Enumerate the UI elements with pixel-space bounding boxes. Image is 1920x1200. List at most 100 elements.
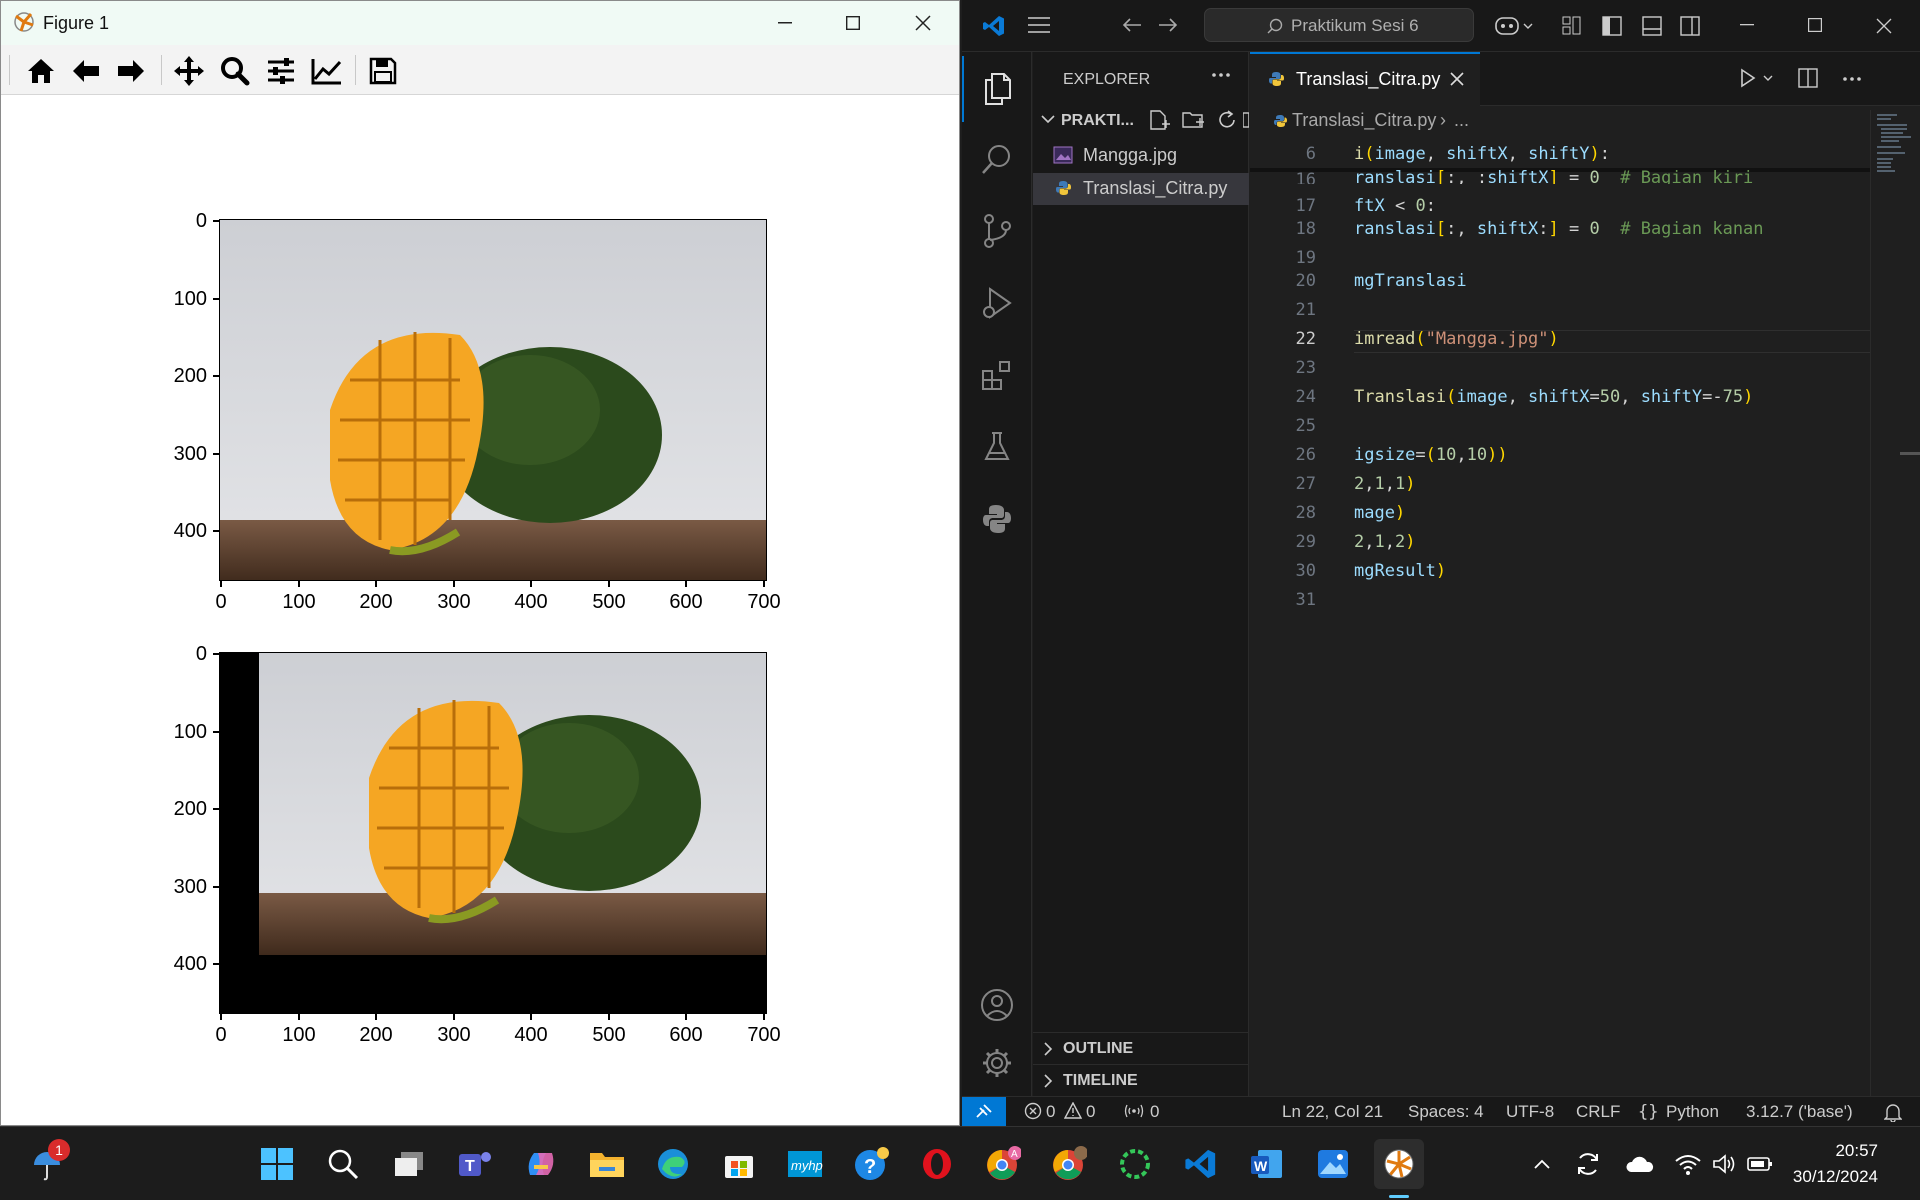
close-button[interactable]: [1876, 18, 1892, 34]
new-folder-icon[interactable]: [1182, 109, 1204, 131]
sync-icon[interactable]: [1568, 1139, 1608, 1189]
more-actions-icon[interactable]: [1211, 72, 1231, 78]
edge-icon[interactable]: [648, 1139, 698, 1189]
warning-icon: [1064, 1102, 1082, 1122]
forward-icon[interactable]: [111, 53, 151, 89]
code-line[interactable]: mgTranslasi: [1354, 271, 1467, 291]
account-icon[interactable]: [962, 972, 1032, 1038]
onedrive-icon[interactable]: [1620, 1139, 1660, 1189]
myhp-icon[interactable]: myhp: [780, 1139, 830, 1189]
edit-curve-icon[interactable]: [307, 53, 347, 89]
copilot-icon[interactable]: [516, 1139, 566, 1189]
start-button[interactable]: [252, 1139, 302, 1189]
word-icon[interactable]: W: [1242, 1139, 1292, 1189]
code-line[interactable]: ranslasi[:, :shiftX] = 0 # Bagian kiri: [1354, 168, 1753, 184]
get-help-icon[interactable]: ?: [846, 1139, 896, 1189]
vscode-taskbar-icon[interactable]: [1176, 1139, 1226, 1189]
code-line[interactable]: ftX < 0:: [1354, 196, 1436, 216]
notifications-bell-icon[interactable]: [1884, 1102, 1902, 1122]
explorer-icon[interactable]: [962, 56, 1032, 122]
code-line[interactable]: Translasi(image, shiftX=50, shiftY=-75): [1354, 387, 1753, 407]
teams-icon[interactable]: T: [450, 1139, 500, 1189]
microsoft-store-icon[interactable]: [714, 1139, 764, 1189]
close-button[interactable]: [889, 1, 957, 45]
refresh-icon[interactable]: [1216, 109, 1238, 131]
copilot-icon[interactable]: [1494, 14, 1534, 38]
tab-translasi-citra[interactable]: Translasi_Citra.py: [1250, 52, 1480, 106]
chrome-icon[interactable]: [1044, 1139, 1094, 1189]
settings-gear-icon[interactable]: [962, 1030, 1032, 1096]
search-icon[interactable]: [962, 126, 1032, 192]
toggle-sidebar-icon[interactable]: [1602, 16, 1622, 36]
file-item-mangga[interactable]: Mangga.jpg: [1033, 140, 1249, 172]
home-icon[interactable]: [21, 53, 61, 89]
back-icon[interactable]: [66, 53, 106, 89]
file-explorer-icon[interactable]: [582, 1139, 632, 1189]
chevron-up-icon[interactable]: [1522, 1139, 1562, 1189]
testing-icon[interactable]: [962, 414, 1032, 480]
clock-time[interactable]: 20:57: [1790, 1141, 1878, 1161]
close-tab-icon[interactable]: [1450, 72, 1464, 86]
minimize-button[interactable]: [1740, 24, 1754, 26]
run-python-icon[interactable]: [1740, 68, 1776, 88]
minimap[interactable]: [1870, 110, 1920, 1096]
code-line[interactable]: mgResult): [1354, 561, 1446, 581]
title-bar[interactable]: Figure 1: [1, 1, 959, 45]
python-icon[interactable]: [962, 486, 1032, 552]
file-item-translasi[interactable]: Translasi_Citra.py: [1033, 173, 1249, 205]
command-center-search[interactable]: Praktikum Sesi 6: [1204, 8, 1474, 42]
chrome-profile-icon[interactable]: A: [978, 1139, 1028, 1189]
cursor-position[interactable]: Ln 22, Col 21: [1282, 1102, 1383, 1122]
errors-indicator[interactable]: [1024, 1102, 1042, 1122]
pan-icon[interactable]: [169, 53, 209, 89]
menu-icon[interactable]: [1028, 16, 1050, 34]
encoding[interactable]: UTF-8: [1506, 1102, 1554, 1122]
new-file-icon[interactable]: [1148, 109, 1170, 131]
code-line[interactable]: igsize=(10,10)): [1354, 445, 1508, 465]
customize-layout-icon[interactable]: [1562, 16, 1582, 36]
configure-icon[interactable]: [261, 53, 301, 89]
source-control-icon[interactable]: [962, 198, 1032, 264]
line-ending[interactable]: CRLF: [1576, 1102, 1620, 1122]
code-line[interactable]: mage): [1354, 503, 1405, 523]
back-arrow-icon[interactable]: [1122, 16, 1142, 34]
folder-header[interactable]: PRAKTI...: [1033, 105, 1249, 137]
maximize-button[interactable]: [1808, 18, 1822, 32]
save-icon[interactable]: [363, 53, 403, 89]
wifi-icon[interactable]: [1668, 1139, 1708, 1189]
minimize-button[interactable]: [751, 1, 819, 45]
y2-tick-100: 100: [173, 721, 207, 743]
code-line[interactable]: ranslasi[:, shiftX:] = 0 # Bagian kanan: [1354, 219, 1764, 239]
clock-date[interactable]: 30/12/2024: [1770, 1167, 1878, 1187]
matplotlib-taskbar-icon[interactable]: [1374, 1139, 1424, 1189]
language-mode[interactable]: Python: [1666, 1102, 1719, 1122]
python-interpreter[interactable]: 3.12.7 ('base'): [1746, 1102, 1853, 1122]
opera-icon[interactable]: [912, 1139, 962, 1189]
extensions-icon[interactable]: [962, 342, 1032, 408]
search-icon[interactable]: [318, 1139, 368, 1189]
more-actions-icon[interactable]: [1842, 76, 1862, 82]
toggle-panel-icon[interactable]: [1642, 16, 1662, 36]
task-view-icon[interactable]: [384, 1139, 434, 1189]
forward-arrow-icon[interactable]: [1158, 16, 1178, 34]
run-debug-icon[interactable]: [962, 270, 1032, 336]
code-line-active[interactable]: imread("Mangga.jpg"): [1354, 329, 1559, 349]
zoom-icon[interactable]: [215, 53, 255, 89]
code-line[interactable]: 2,1,1): [1354, 474, 1416, 494]
ports-icon[interactable]: [1124, 1102, 1144, 1122]
loading-app-icon[interactable]: [1110, 1139, 1160, 1189]
timeline-section[interactable]: TIMELINE: [1033, 1064, 1249, 1096]
vscode-title-bar[interactable]: Praktikum Sesi 6: [962, 0, 1920, 52]
code-line[interactable]: i(image, shiftX, shiftY):: [1354, 144, 1610, 164]
collapse-all-icon[interactable]: [1243, 109, 1249, 131]
weather-widget[interactable]: 1: [22, 1139, 72, 1189]
volume-icon[interactable]: [1704, 1139, 1744, 1189]
code-line[interactable]: 2,1,2): [1354, 532, 1416, 552]
indentation[interactable]: Spaces: 4: [1408, 1102, 1484, 1122]
remote-indicator[interactable]: [962, 1097, 1006, 1127]
maximize-button[interactable]: [819, 1, 887, 45]
toggle-secondary-sidebar-icon[interactable]: [1680, 16, 1700, 36]
outline-section[interactable]: OUTLINE: [1033, 1032, 1249, 1064]
photos-icon[interactable]: [1308, 1139, 1358, 1189]
split-editor-icon[interactable]: [1798, 68, 1818, 88]
